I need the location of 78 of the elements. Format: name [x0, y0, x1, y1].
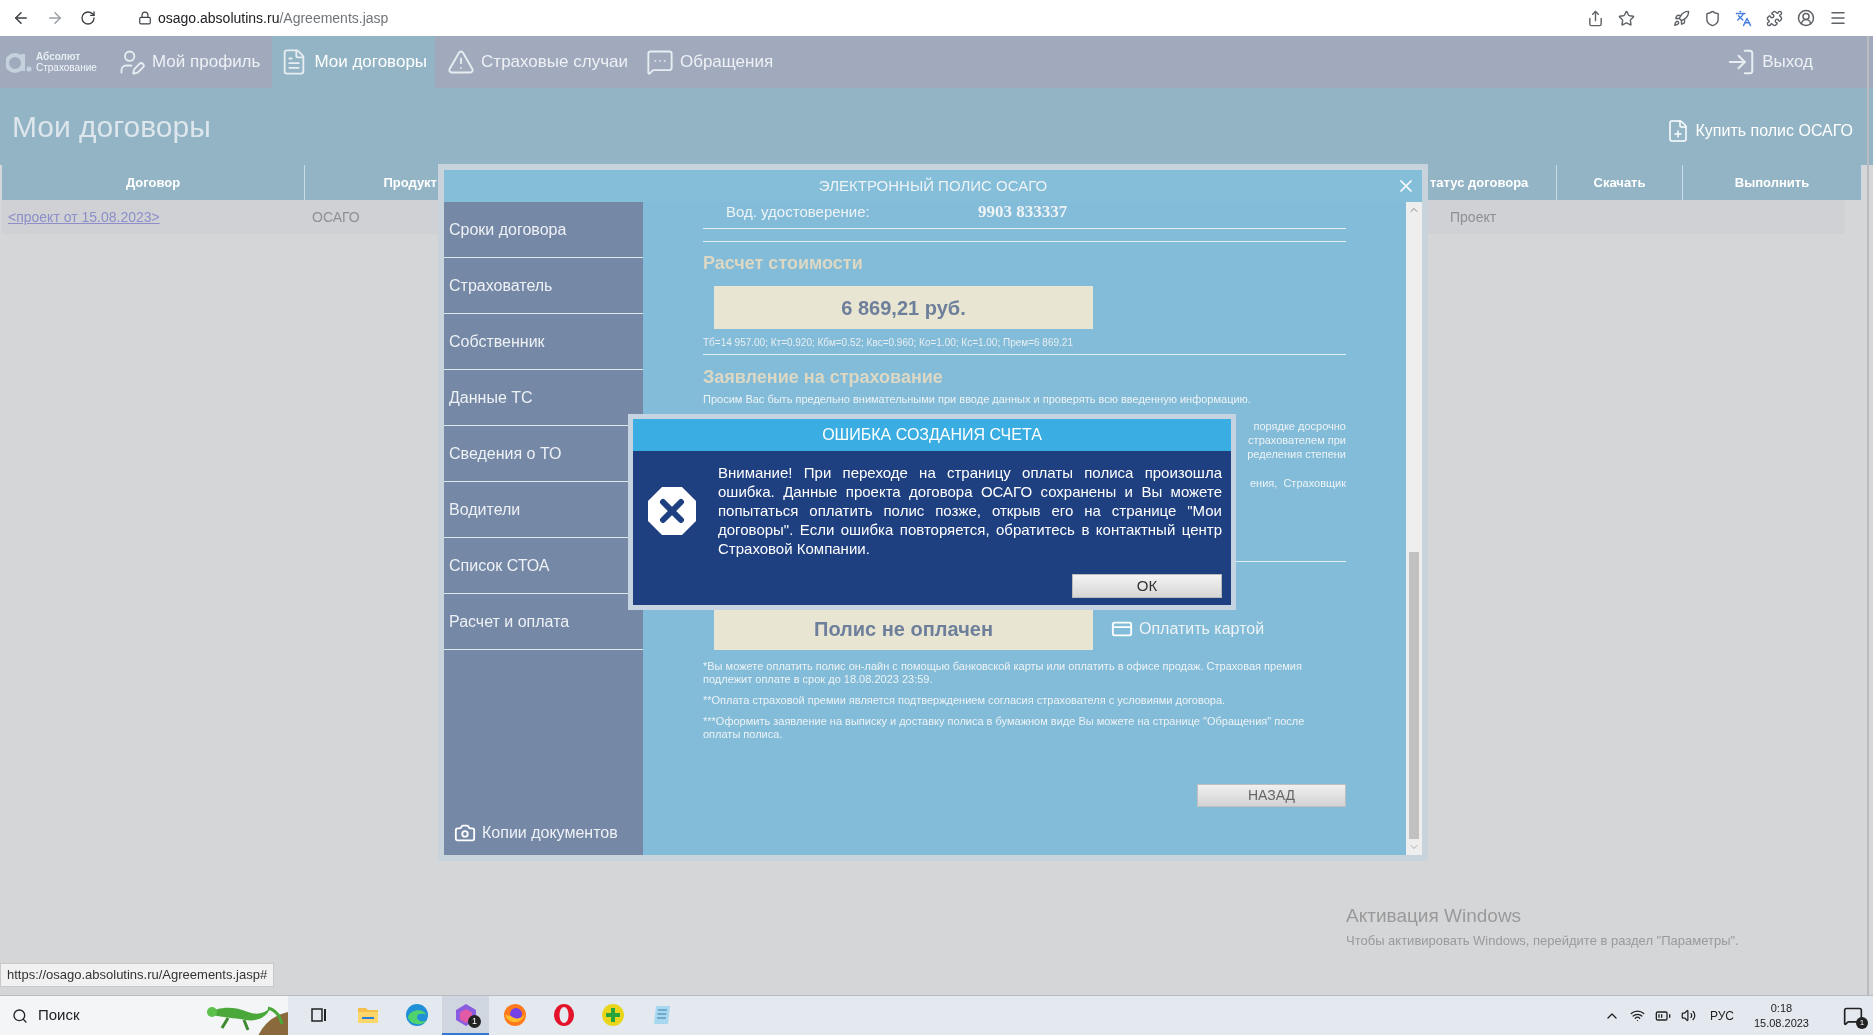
scrollbar-thumb[interactable] [1409, 552, 1419, 839]
extensions-icon[interactable] [1766, 9, 1783, 27]
error-message: Внимание! При переходе на страницу оплаты полиса произошла ошибка. Данные проекта договора ОСАГО сохранены и Вы можете попытаться оплатить полис позже, открыв его на странице "Мои договоры". Если ошибка повторяется, обратитесь в контактный центр Страховой Компании. [718, 463, 1223, 558]
logo-icon [6, 51, 32, 73]
column-header: Договор [2, 165, 305, 200]
column-header: Выполнить [1683, 165, 1862, 200]
payment-status-box: Полис не оплачен [714, 608, 1093, 650]
clock[interactable]: 0:18 15.08.2023 [1753, 1000, 1809, 1031]
account-icon[interactable] [1797, 9, 1815, 27]
modal-title: ЭЛЕКТРОННЫЙ ПОЛИС ОСАГО [818, 175, 1048, 196]
logo-name: Абсолют [36, 51, 82, 62]
menu-icon[interactable] [1829, 9, 1847, 27]
footnote: ***Оформить заявление на выписку и доставку полиса в бумажном виде Вы можете на странице "Обращения" после оплаты полиса. [703, 715, 1306, 741]
bookmark-star-icon[interactable] [1618, 9, 1635, 27]
footnote: **Оплата страховой премии является подтверждением согласия страхователя с условиями договора. [703, 694, 1227, 707]
wave-circle-icon [404, 1002, 429, 1027]
reload-icon[interactable] [80, 10, 96, 26]
section-heading: Расчет стоимости [703, 252, 864, 274]
address-field[interactable]: osago.absolutins.ru/Agreements.jasp [158, 7, 389, 29]
footnote: *Вы можете оплатить полис он-лайн с помощью банковской карты или оплатить в офисе продаж. Страховая премия подлежит оплате в срок до 18.08.2023 23:59. [703, 660, 1303, 686]
chat-icon [645, 48, 674, 76]
rocket-icon[interactable] [1673, 9, 1690, 27]
taskbar-app[interactable]: 1 [442, 996, 489, 1035]
forward-icon[interactable] [46, 9, 64, 27]
nav-tab[interactable]: Мой профиль [112, 36, 267, 88]
shield-icon[interactable] [1704, 9, 1721, 27]
column-header: Продукт [305, 165, 440, 200]
section-heading: Заявление на страхование [703, 366, 944, 388]
column-header: Скачать [1557, 165, 1683, 200]
plus-circle-icon [600, 1002, 625, 1027]
language-indicator[interactable]: РУС [1709, 1006, 1734, 1025]
task-view-icon [309, 1005, 328, 1024]
search-box[interactable]: Поиск [0, 995, 288, 1035]
warning-icon [447, 48, 476, 76]
table-cell-text: Проект [1449, 207, 1497, 227]
ring-icon [551, 1002, 576, 1027]
lock-icon[interactable] [138, 11, 152, 25]
pay-card-link[interactable]: Оплатить картой [1111, 617, 1265, 641]
formula-text: Тб=14 957.00; Кт=0.920; Кбм=0.52; Квс=0.960; Ко=1.00; Кс=1.00; Прем=6 869.21 [703, 337, 1074, 349]
license-number: 9903 833337 [978, 202, 1068, 224]
status-url: https://osago.absolutins.ru/Agreements.jasp# [0, 963, 275, 987]
watermark-title: Активация Windows [1346, 904, 1523, 928]
translate-icon[interactable] [1735, 9, 1752, 27]
speaker-icon[interactable] [1680, 1008, 1696, 1023]
paragraph-fragment: порядке досрочно [1253, 419, 1346, 433]
app-badge: 1 [468, 1015, 481, 1028]
logo-subtitle: Страхование [36, 62, 97, 73]
flame-circle-icon [502, 1002, 527, 1027]
paragraph-fragment: страхователем при [1248, 433, 1346, 447]
logout-link[interactable]: Выход [1726, 36, 1813, 88]
error-icon [647, 485, 697, 536]
camera-icon [454, 822, 476, 844]
notification-count: 1 [1856, 1016, 1868, 1029]
license-label: Вод. удостоверение: [726, 202, 871, 222]
nav-tab[interactable]: Мои договоры [272, 36, 436, 88]
paragraph-fragment: ределения степени [1247, 447, 1346, 461]
documents-link[interactable]: Копии документов [454, 821, 643, 845]
wifi-icon[interactable] [1629, 1008, 1645, 1023]
page-title: Мои договоры [12, 109, 211, 145]
dialog-title: ОШИБКА СОЗДАНИЯ СЧЕТА [822, 425, 1042, 445]
contract-link[interactable]: <проект от 15.08.2023> [2, 206, 305, 228]
price-box: 6 869,21 руб. [714, 286, 1093, 329]
ok-button[interactable]: ОК [1072, 574, 1222, 598]
back-button[interactable]: НАЗАД [1197, 784, 1346, 807]
column-header: татус договора [1428, 165, 1557, 200]
user-pen-icon [118, 48, 146, 76]
back-icon[interactable] [12, 9, 30, 27]
scrollbar[interactable] [1406, 202, 1422, 855]
share-icon[interactable] [1587, 9, 1604, 27]
nav-tab[interactable]: Страховые случаи [441, 36, 634, 88]
paragraph-fragment: ения, Страховщик [1249, 476, 1346, 490]
buy-policy-link[interactable]: Купить полис ОСАГО [1665, 118, 1853, 143]
watermark-text: Чтобы активировать Windows, перейдите в раздел "Параметры". [1346, 931, 1739, 950]
notifications-icon[interactable] [1843, 1005, 1863, 1026]
table-cell-text: ОСАГО [311, 207, 361, 227]
nav-tab[interactable]: Обращения [639, 36, 780, 88]
intro-text: Просим Вас быть предельно внимательными при вводе данных и проверять всю введенную информацию. [703, 393, 1252, 406]
search-icon [12, 1007, 28, 1024]
